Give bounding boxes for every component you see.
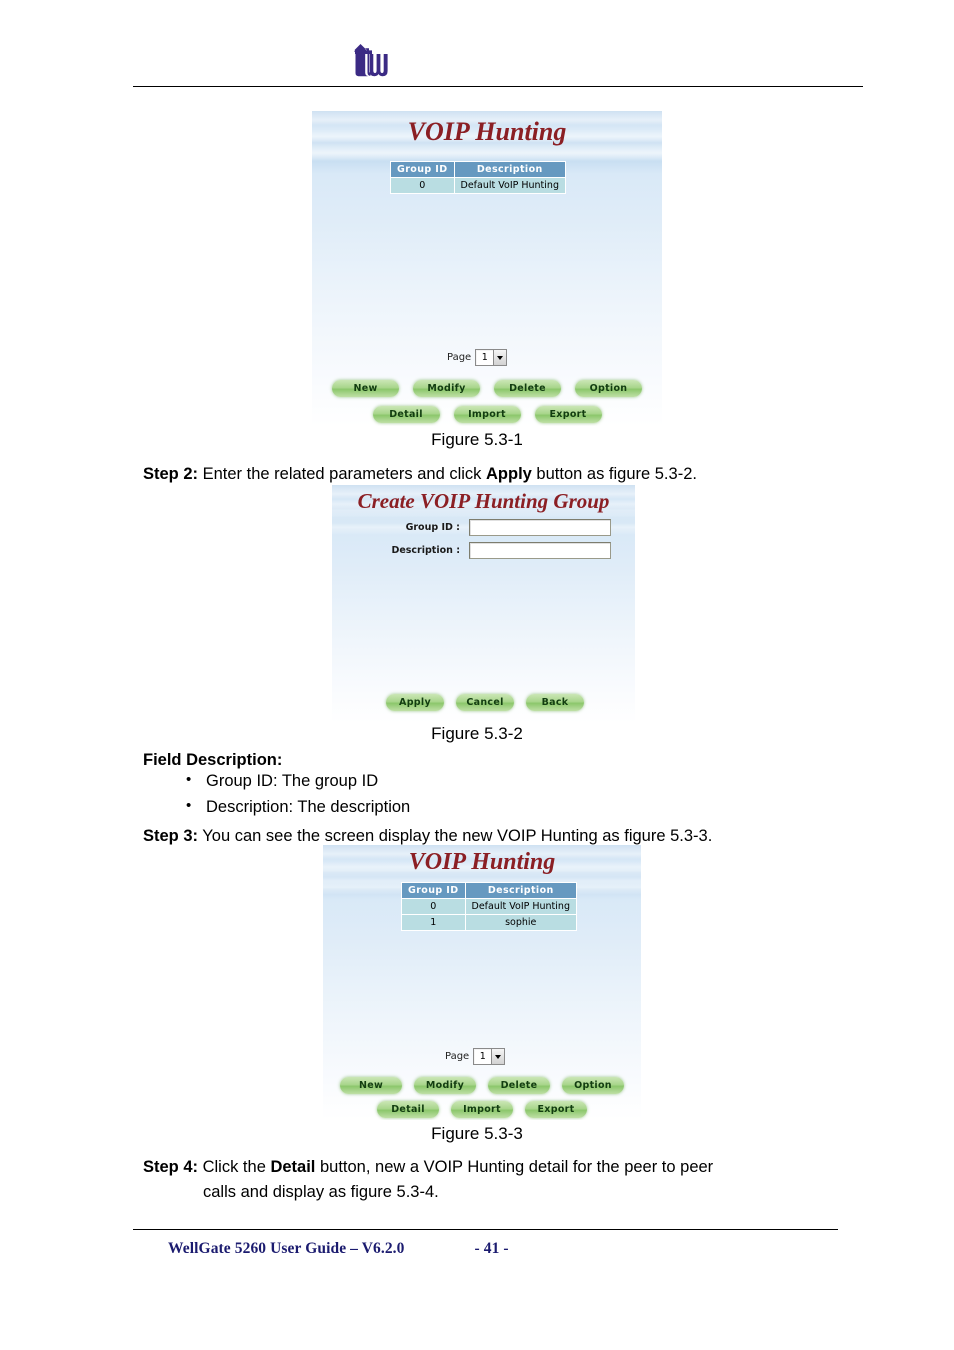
- cell-group-id: 1: [401, 914, 466, 931]
- column-header-description: Description: [464, 882, 577, 899]
- step-2-text: Step 2: Enter the related parameters and…: [143, 462, 843, 487]
- page-selector-1[interactable]: Page 1: [447, 349, 508, 366]
- step-2-label: Step 2:: [143, 465, 199, 483]
- cancel-button[interactable]: Cancel: [456, 694, 514, 711]
- chevron-down-icon[interactable]: [493, 350, 507, 365]
- cell-description: sophie: [464, 914, 577, 931]
- step-4-text: Step 4: Click the Detail button, new a V…: [143, 1155, 843, 1205]
- voip-hunting-table-1: Group ID Description 0 Default VoIP Hunt…: [390, 161, 566, 194]
- panel-title-create-voip-hunting-group: Create VOIP Hunting Group: [357, 489, 610, 513]
- figure-2-button-row-1: Apply Cancel Back: [380, 694, 590, 711]
- page-label: Page: [445, 1051, 470, 1062]
- cell-description: Default VoIP Hunting: [453, 177, 566, 194]
- footer-page-number: - 41 -: [474, 1240, 509, 1257]
- page-header: [133, 36, 863, 88]
- figure-1-button-row-1: New Modify Delete Option: [322, 380, 652, 397]
- figure-3-button-row-1: New Modify Delete Option: [331, 1077, 633, 1094]
- panel-title-voip-hunting-1: VOIP Hunting: [407, 117, 567, 146]
- detail-button[interactable]: Detail: [372, 406, 440, 423]
- figure-caption-5-3-2: Figure 5.3-2: [431, 724, 523, 743]
- table-row[interactable]: 1 sophie: [401, 914, 577, 931]
- list-item: Description: The description: [178, 795, 798, 820]
- form-row-description: Description :: [374, 542, 611, 559]
- import-button[interactable]: Import: [453, 406, 521, 423]
- page-dropdown-value: 1: [479, 1051, 486, 1062]
- field-description-heading-text: Field Description:: [143, 751, 283, 769]
- figure-caption-5-3-1: Figure 5.3-1: [431, 430, 523, 449]
- figure-1-button-row-2: Detail Import Export: [322, 406, 652, 423]
- step-2-text-before: Enter the related parameters and click: [198, 465, 486, 483]
- option-button[interactable]: Option: [575, 380, 642, 397]
- column-header-group-id: Group ID: [390, 161, 455, 178]
- figure-caption-5-3-3: Figure 5.3-3: [431, 1124, 523, 1143]
- voip-hunting-table-2: Group ID Description 0 Default VoIP Hunt…: [401, 882, 577, 931]
- table-header-row: Group ID Description: [390, 161, 566, 178]
- table-row[interactable]: 0 Default VoIP Hunting: [401, 898, 577, 915]
- modify-button[interactable]: Modify: [414, 1077, 476, 1094]
- back-button[interactable]: Back: [526, 694, 584, 711]
- page-dropdown[interactable]: 1: [473, 1048, 506, 1065]
- tw-company-logo-icon: [348, 42, 400, 78]
- step-4-emphasis: Detail: [270, 1158, 316, 1176]
- create-group-form: Group ID : Description :: [374, 519, 611, 565]
- document-page: VOIP Hunting Group ID Description 0 Defa…: [0, 0, 954, 1350]
- step-3-text-body: You can see the screen display the new V…: [198, 827, 713, 845]
- step-4-line-2: calls and display as figure 5.3-4.: [203, 1182, 439, 1201]
- page-dropdown[interactable]: 1: [475, 349, 508, 366]
- list-item-label: Group ID: The group ID: [206, 772, 379, 790]
- step-4-text-before: Click the: [198, 1158, 271, 1176]
- option-button[interactable]: Option: [562, 1077, 624, 1094]
- page-selector-2[interactable]: Page 1: [445, 1048, 506, 1065]
- cell-description: Default VoIP Hunting: [464, 898, 577, 915]
- import-button[interactable]: Import: [451, 1101, 513, 1118]
- field-description-list: Group ID: The group ID Description: The …: [178, 769, 798, 822]
- delete-button[interactable]: Delete: [488, 1077, 550, 1094]
- step-4-label: Step 4:: [143, 1158, 199, 1176]
- step-2-emphasis: Apply: [486, 465, 532, 483]
- modify-button[interactable]: Modify: [413, 380, 480, 397]
- panel-title-voip-hunting-2: VOIP Hunting: [408, 849, 556, 875]
- description-input[interactable]: [469, 542, 611, 559]
- figure-5-3-1-panel: VOIP Hunting Group ID Description 0 Defa…: [312, 111, 662, 426]
- footer-doc-title: WellGate 5260 User Guide – V6.2.0: [168, 1240, 405, 1257]
- detail-button[interactable]: Detail: [377, 1101, 439, 1118]
- list-item-label: Description: The description: [206, 797, 411, 816]
- group-id-label: Group ID :: [405, 522, 460, 533]
- page-footer: WellGate 5260 User Guide – V6.2.0 - 41 -: [168, 1240, 868, 1258]
- page-dropdown-value: 1: [481, 352, 488, 363]
- cell-group-id: 0: [401, 898, 466, 915]
- export-button[interactable]: Export: [525, 1101, 587, 1118]
- figure-5-3-2-panel: Create VOIP Hunting Group Group ID : Des…: [332, 485, 635, 723]
- cell-group-id: 0: [390, 177, 455, 194]
- description-label: Description :: [391, 545, 460, 556]
- apply-button[interactable]: Apply: [386, 694, 444, 711]
- form-row-group-id: Group ID :: [374, 519, 611, 536]
- footer-divider: [133, 1229, 838, 1230]
- header-divider: [133, 86, 863, 87]
- step-3-label: Step 3:: [143, 827, 199, 845]
- column-header-group-id: Group ID: [401, 882, 466, 899]
- page-label: Page: [447, 352, 472, 363]
- delete-button[interactable]: Delete: [494, 380, 561, 397]
- group-id-input[interactable]: [469, 519, 611, 536]
- new-button[interactable]: New: [340, 1077, 402, 1094]
- step-2-text-after: button as figure 5.3-2.: [531, 465, 697, 483]
- table-row[interactable]: 0 Default VoIP Hunting: [390, 177, 566, 194]
- list-item: Group ID: The group ID: [178, 769, 798, 794]
- column-header-description: Description: [453, 161, 566, 178]
- new-button[interactable]: New: [332, 380, 399, 397]
- step-4-text-after: button, new a VOIP Hunting detail for th…: [315, 1158, 714, 1176]
- figure-3-button-row-2: Detail Import Export: [331, 1101, 633, 1118]
- export-button[interactable]: Export: [534, 406, 602, 423]
- table-header-row: Group ID Description: [401, 882, 577, 899]
- chevron-down-icon[interactable]: [491, 1049, 505, 1064]
- figure-5-3-3-panel: VOIP Hunting Group ID Description 0 Defa…: [323, 845, 641, 1120]
